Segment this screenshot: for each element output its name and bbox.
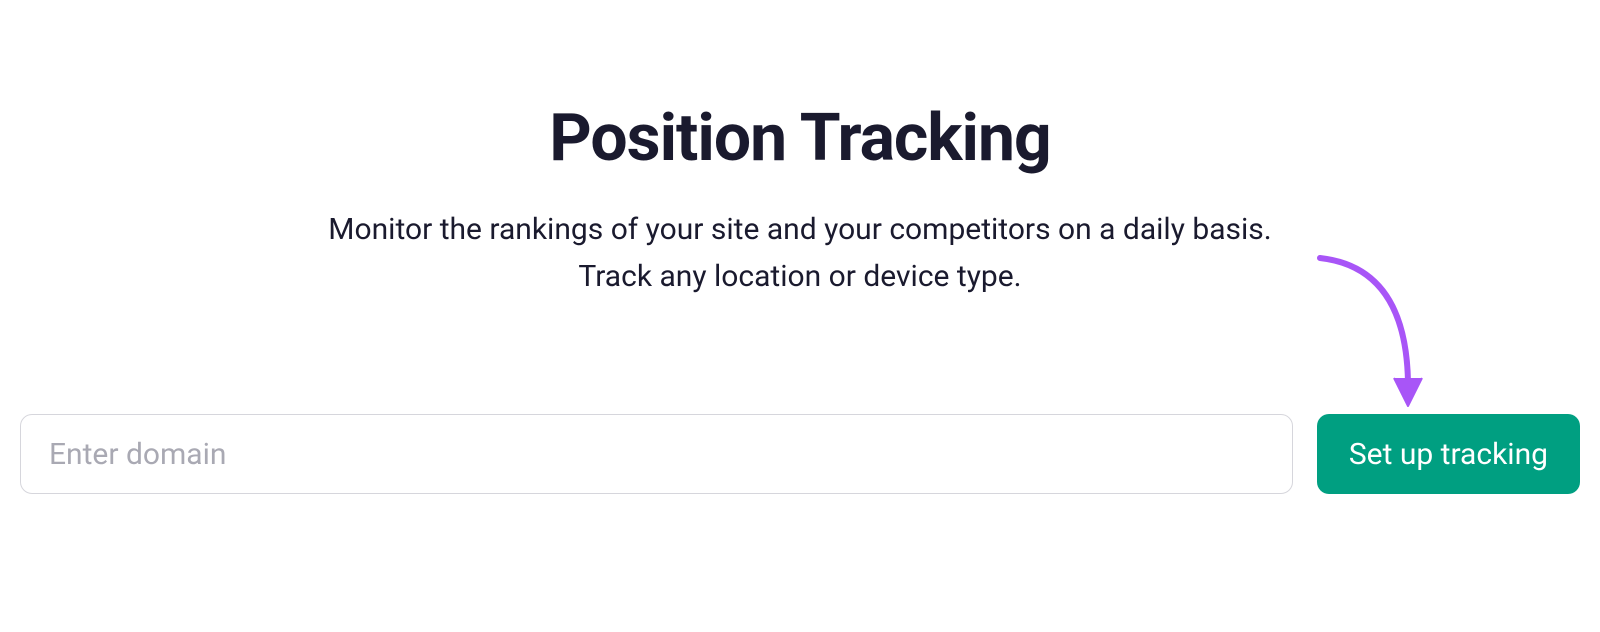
subtitle-line-2: Track any location or device type. [578,259,1021,294]
subtitle-line-1: Monitor the rankings of your site and yo… [328,212,1271,247]
page-subtitle: Monitor the rankings of your site and yo… [328,207,1271,300]
setup-tracking-button[interactable]: Set up tracking [1317,414,1580,494]
page-title: Position Tracking [549,100,1050,177]
hero-container: Position Tracking Monitor the rankings o… [0,0,1600,300]
search-row: Set up tracking [20,414,1580,494]
domain-input[interactable] [20,414,1293,494]
